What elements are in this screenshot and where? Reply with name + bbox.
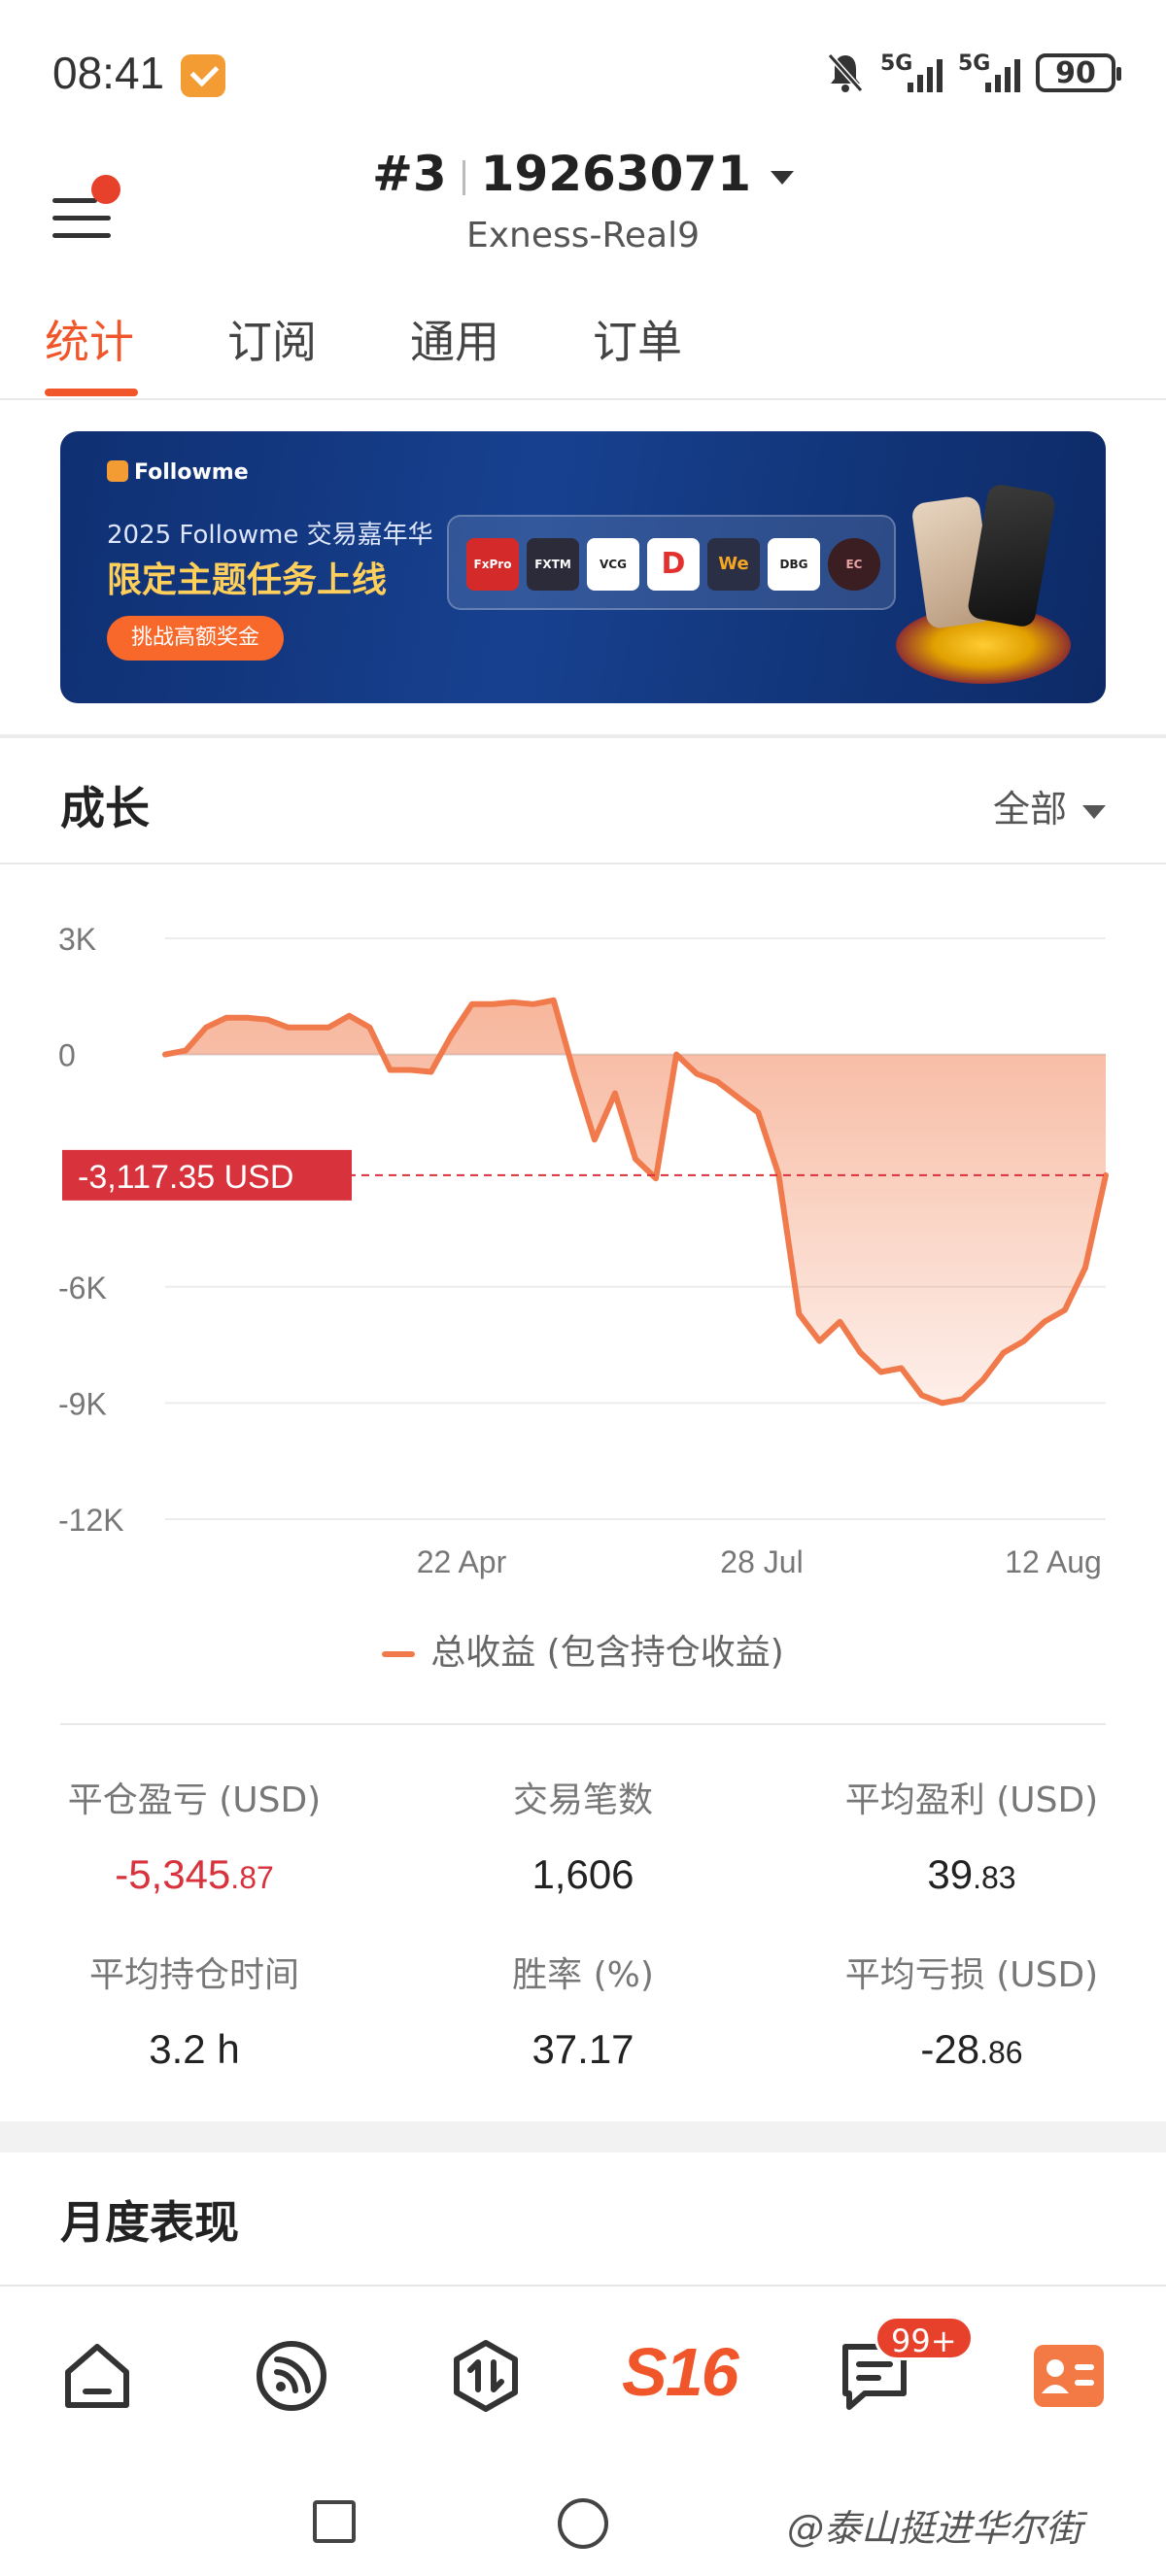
- legend-label: 总收益 (包含持仓收益): [430, 1633, 784, 1673]
- account-number: 19263071: [480, 146, 751, 202]
- stat-closed-pnl: 平仓盈亏 (USD) -5,345.87: [19, 1772, 369, 1898]
- stat-avg-loss: 平均亏损 (USD) -28.86: [797, 1947, 1147, 2073]
- followme-logo: Followme: [107, 460, 249, 485]
- signal-icon: 5G: [958, 51, 1020, 92]
- account-server: Exness-Real9: [465, 216, 701, 255]
- x-tick-label: 28 Jul: [720, 1544, 803, 1579]
- signal-icon: 5G: [880, 51, 943, 92]
- section-divider: [0, 2121, 1166, 2152]
- monthly-performance-title: 月度表现: [60, 2196, 239, 2249]
- stat-value: 1,606: [532, 1851, 634, 1897]
- growth-chart-svg: -3,117.35 USD 3K 0 -6K -9K -12K 22 Apr 28 Jul 1…: [58, 922, 1109, 1579]
- watermark: @泰山挺进华尔街: [787, 2507, 1083, 2550]
- phone-illustration: [966, 482, 1057, 629]
- home-button[interactable]: [558, 2498, 608, 2549]
- x-tick-label: 12 Aug: [1005, 1544, 1102, 1579]
- promo-banner[interactable]: Followme 2025 Followme 交易嘉年华 限定主题任务上线 挑战…: [60, 431, 1106, 703]
- stat-value: 37.17: [532, 2026, 634, 2072]
- stat-value: -28.86: [920, 2026, 1023, 2072]
- partner-logo: FxPro: [466, 538, 519, 591]
- stat-value: -5,345.87: [115, 1851, 274, 1897]
- stat-label: 平均亏损 (USD): [844, 1955, 1099, 1995]
- tab-orders[interactable]: 订单: [593, 307, 682, 371]
- y-tick-label: -9K: [58, 1386, 107, 1421]
- y-tick-label: 0: [58, 1038, 76, 1073]
- stat-win-rate: 胜率 (%) 37.17: [408, 1947, 758, 2073]
- nav-trade[interactable]: [447, 2337, 525, 2415]
- status-bar: 08:41 5G 5G 90: [0, 0, 1166, 146]
- x-tick-label: 22 Apr: [417, 1544, 507, 1579]
- stat-value: 3.2 h: [149, 2026, 240, 2072]
- account-index: #3: [371, 146, 447, 202]
- chart-legend: 总收益 (包含持仓收益): [0, 1624, 1166, 1675]
- partner-logo: VCG: [587, 538, 639, 591]
- recent-apps-button[interactable]: [313, 2500, 356, 2543]
- banner-title: 限定主题任务上线: [107, 560, 388, 600]
- chevron-down-icon: [1082, 804, 1106, 819]
- growth-title: 成长: [60, 782, 150, 834]
- system-nav-bar: @泰山挺进华尔街: [0, 2461, 1166, 2576]
- network-label: 5G: [958, 51, 991, 76]
- rss-feed-icon: [257, 2341, 326, 2411]
- stat-label: 胜率 (%): [512, 1955, 654, 1995]
- y-tick-label: -12K: [58, 1503, 124, 1538]
- series-area: [165, 1000, 1106, 1404]
- message-count-badge: 99+: [874, 2316, 974, 2360]
- tab-bar: 统计 订阅 通用 订单: [0, 291, 1166, 400]
- bell-muted-icon: [827, 53, 864, 92]
- status-icons: 5G 5G 90: [826, 49, 1121, 97]
- partner-logos: FxPro FXTM VCG D We DBG EC: [447, 515, 896, 610]
- partner-logo: DBG: [768, 538, 820, 591]
- partner-logo: EC: [828, 538, 880, 591]
- chevron-down-icon: [771, 170, 794, 185]
- banner-cta-button[interactable]: 挑战高额奖金: [107, 616, 284, 661]
- nav-profile[interactable]: [1030, 2337, 1108, 2415]
- network-label: 5G: [880, 51, 913, 76]
- tab-subscribe[interactable]: 订阅: [227, 307, 317, 371]
- tab-general[interactable]: 通用: [410, 307, 499, 371]
- y-tick-label: 3K: [58, 922, 96, 957]
- nav-home[interactable]: [58, 2337, 136, 2415]
- stat-label: 平仓盈亏 (USD): [67, 1780, 322, 1820]
- stat-label: 交易笔数: [512, 1780, 653, 1820]
- nav-s16[interactable]: S16: [622, 2333, 739, 2411]
- account-selector[interactable]: #3 19263071: [0, 146, 1166, 202]
- bottom-nav: S16 99+: [0, 2287, 1166, 2461]
- trade-hexagon-icon: [454, 2340, 518, 2412]
- profile-card-icon: [1034, 2345, 1104, 2407]
- divider: [60, 1723, 1106, 1725]
- app-header: #3 19263071 Exness-Real9: [0, 146, 1166, 272]
- stat-label: 平均盈利 (USD): [844, 1780, 1099, 1820]
- nav-feed[interactable]: [253, 2337, 330, 2415]
- legend-swatch: [382, 1651, 416, 1657]
- tab-statistics[interactable]: 统计: [45, 307, 134, 371]
- y-tick-label: -6K: [58, 1271, 107, 1305]
- current-value-label: -3,117.35 USD: [78, 1159, 293, 1196]
- section-divider: [0, 734, 1166, 738]
- stat-value: 39.83: [927, 1851, 1016, 1897]
- growth-range-dropdown[interactable]: 全部: [993, 779, 1106, 832]
- shield-check-icon: [181, 54, 225, 97]
- title-separator: [462, 159, 465, 195]
- divider: [0, 863, 1166, 864]
- active-tab-indicator: [45, 389, 138, 396]
- banner-subtitle: 2025 Followme 交易嘉年华: [107, 521, 433, 550]
- partner-logo: We: [707, 538, 760, 591]
- stat-avg-profit: 平均盈利 (USD) 39.83: [797, 1772, 1147, 1898]
- stat-label: 平均持仓时间: [88, 1955, 299, 1995]
- growth-chart: -3,117.35 USD 3K 0 -6K -9K -12K 22 Apr 28 Jul 1…: [0, 903, 1166, 1603]
- partner-logo: D: [647, 538, 700, 591]
- stat-trade-count: 交易笔数 1,606: [408, 1772, 758, 1898]
- stat-avg-hold-time: 平均持仓时间 3.2 h: [19, 1947, 369, 2073]
- battery-icon: 90: [1036, 53, 1121, 92]
- status-time: 08:41: [52, 48, 165, 98]
- partner-logo: FXTM: [527, 538, 579, 591]
- home-icon: [65, 2344, 129, 2408]
